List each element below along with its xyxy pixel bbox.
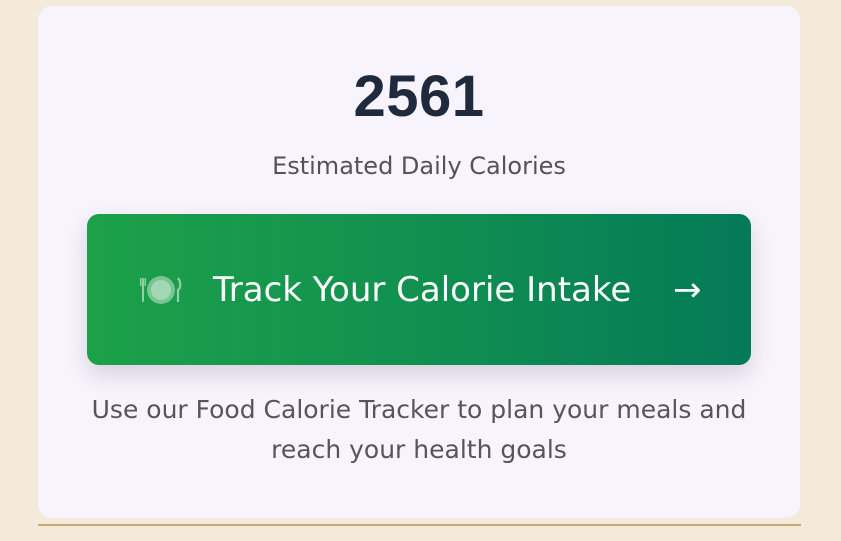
tracker-description: Use our Food Calorie Tracker to plan you… (91, 395, 747, 464)
arrow-right-icon: → (673, 270, 702, 310)
daily-calories-label: Estimated Daily Calories (272, 152, 566, 180)
track-calorie-intake-button[interactable]: Track Your Calorie Intake → (87, 214, 751, 365)
track-calorie-intake-label: Track Your Calorie Intake (213, 270, 632, 310)
plate-cutlery-icon (139, 274, 183, 306)
calorie-result-card: 2561 Estimated Daily Calories Track Your… (38, 6, 800, 518)
section-divider (38, 524, 801, 526)
daily-calories-value: 2561 (353, 64, 485, 129)
